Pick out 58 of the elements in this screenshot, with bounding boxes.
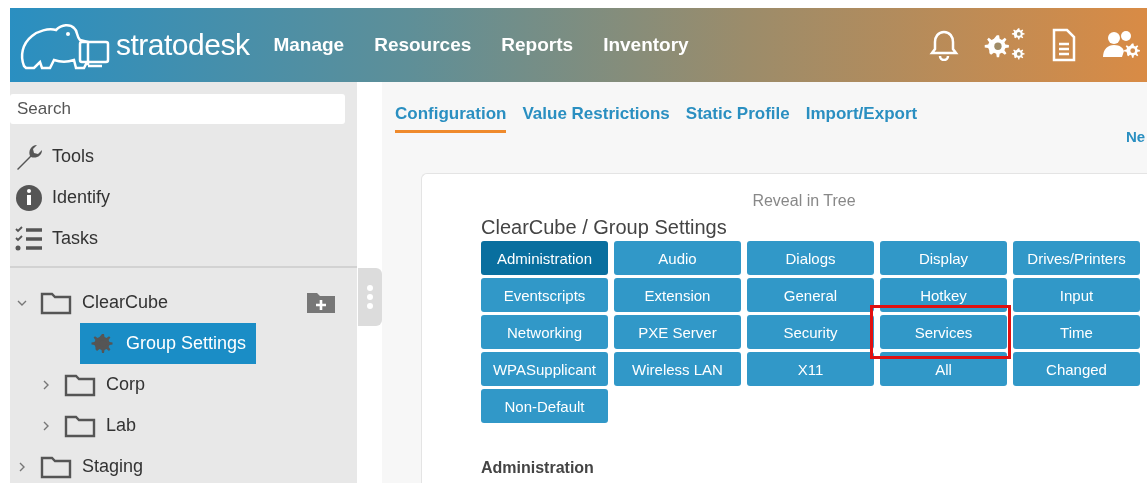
category-button[interactable]: Drives/Printers [1013,241,1140,275]
tree-item[interactable]: ClearCube [82,292,169,313]
folder-icon [40,290,72,315]
category-button[interactable]: Dialogs [747,241,874,275]
document-icon[interactable] [1051,28,1077,62]
task-list-icon[interactable] [14,225,44,252]
tree-item[interactable]: Lab [106,415,137,436]
category-button[interactable]: Non-Default [481,389,608,423]
category-button[interactable]: X11 [747,352,874,386]
tool-link[interactable]: Identify [52,187,111,208]
chevron-right-icon[interactable] [43,379,49,390]
nav-link[interactable]: Reports [501,34,574,56]
category-button[interactable]: General [747,278,874,312]
reveal-in-tree-link[interactable]: Reveal in Tree [752,192,856,209]
category-button[interactable]: Extension [614,278,741,312]
folder-icon [64,372,96,397]
category-button[interactable]: Audio [614,241,741,275]
folder-icon [64,413,96,438]
nav-link[interactable]: Resources [374,34,472,56]
tool-link[interactable]: Tools [52,146,95,167]
tree-item[interactable]: Staging [82,456,144,477]
category-button[interactable]: Changed [1013,352,1140,386]
info-icon[interactable] [14,182,44,213]
users-gear-icon[interactable] [1101,29,1141,61]
category-button[interactable]: PXE Server [614,315,741,349]
section-heading: Administration [481,459,594,477]
tab[interactable]: Import/Export [805,104,918,133]
category-button[interactable]: Eventscripts [481,278,608,312]
category-button[interactable]: Display [880,241,1007,275]
chevron-right-icon[interactable] [43,420,49,431]
category-button[interactable]: Services [880,315,1007,349]
category-button[interactable]: WPASupplicant [481,352,608,386]
category-button[interactable]: Networking [481,315,608,349]
tree-item[interactable]: Corp [106,374,145,395]
tree-item[interactable]: Group Settings [80,323,257,364]
bell-icon[interactable] [929,29,959,61]
search-field[interactable]: Search [10,94,345,124]
category-button[interactable]: Wireless LAN [614,352,741,386]
nav-link[interactable]: Manage [273,34,345,56]
category-button[interactable]: Input [1013,278,1140,312]
logo-text: stratodesk [116,28,250,62]
category-button[interactable]: Time [1013,315,1140,349]
tab[interactable]: Configuration [395,104,507,133]
breadcrumb-title: ClearCube / Group Settings [481,216,728,239]
chevron-down-icon[interactable] [17,299,27,306]
gears-icon[interactable] [983,27,1027,63]
folder-icon [40,454,72,479]
tab[interactable]: Value Restrictions [522,104,670,133]
resize-handle[interactable] [358,268,382,326]
category-button[interactable]: Hotkey [880,278,1007,312]
tab[interactable]: Static Profile [685,104,790,133]
category-button[interactable]: Administration [481,241,608,275]
chevron-right-icon[interactable] [19,461,25,472]
nav-link[interactable]: Inventory [603,34,689,56]
link[interactable]: Ne [1126,128,1146,145]
tool-link[interactable]: Tasks [52,228,98,249]
category-button[interactable]: Security [747,315,874,349]
add-folder-icon[interactable] [306,290,336,315]
